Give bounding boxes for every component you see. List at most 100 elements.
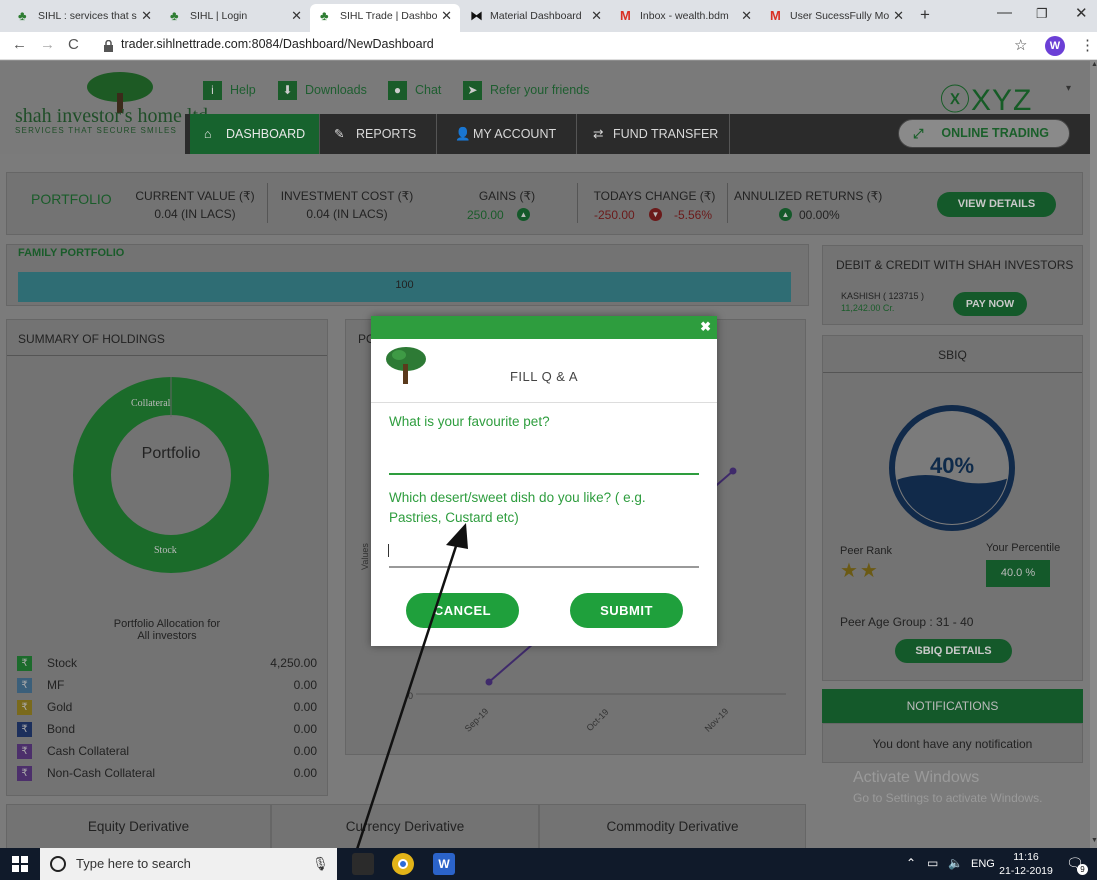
tab-sihl-trade[interactable]: ♣ SIHL Trade | Dashbo ✕ — [310, 4, 460, 32]
microphone-icon[interactable]: 🎙 — [312, 848, 329, 880]
close-tab-icon[interactable]: ✕ — [741, 4, 752, 28]
holdings-panel: SUMMARY OF HOLDINGS Collateral Portfolio… — [6, 319, 328, 796]
windows-start-icon[interactable] — [12, 856, 28, 872]
tab-equity-derivative[interactable]: Equity Derivative — [6, 804, 271, 848]
tab-label: SIHL | Login — [190, 10, 248, 22]
divider — [823, 372, 1082, 373]
reload-icon[interactable]: C — [68, 36, 79, 53]
tab-sihl-login[interactable]: ♣ SIHL | Login ✕ — [160, 4, 310, 32]
language-indicator[interactable]: ENG — [971, 858, 995, 870]
info-icon: i — [203, 81, 222, 100]
chart-point[interactable] — [485, 678, 493, 686]
family-portfolio-label: FAMILY PORTFOLIO — [18, 247, 125, 259]
new-tab-button[interactable]: + — [920, 5, 930, 25]
tab-commodity-derivative[interactable]: Commodity Derivative — [539, 804, 806, 848]
close-tab-icon[interactable]: ✕ — [893, 4, 904, 28]
holding-row-gold[interactable]: ₹ Gold 0.00 — [17, 698, 317, 718]
clock-time[interactable]: 11:16 — [1003, 851, 1049, 863]
nav-dashboard[interactable]: ⌂ DASHBOARD — [190, 114, 320, 154]
view-details-button[interactable]: VIEW DETAILS — [937, 192, 1056, 217]
tab-material-dashboard[interactable]: ⧓ Material Dashboard ✕ — [460, 4, 610, 32]
close-tab-icon[interactable]: ✕ — [141, 4, 152, 28]
divider — [7, 355, 327, 356]
bookmark-star-icon[interactable]: ☆ — [1014, 36, 1027, 54]
back-icon[interactable]: ← — [12, 36, 27, 53]
help-link[interactable]: i Help — [203, 81, 256, 100]
gmail-icon: M — [770, 8, 781, 23]
online-trading-button[interactable]: ⤢ ONLINE TRADING — [898, 119, 1070, 148]
profile-avatar[interactable]: W — [1045, 36, 1065, 56]
sbiq-panel: SBIQ 40% Peer Rank ★★ Your Percentile 40… — [822, 335, 1083, 681]
scroll-up-icon[interactable]: ▲ — [1091, 61, 1097, 68]
scroll-down-icon[interactable]: ▼ — [1091, 837, 1097, 844]
holding-row-non-cash-collateral[interactable]: ₹ Non-Cash Collateral 0.00 — [17, 764, 317, 784]
answer-1-input[interactable] — [389, 445, 699, 475]
rupee-icon: ₹ — [17, 678, 32, 693]
chrome-icon[interactable] — [392, 853, 414, 875]
holding-row-bond[interactable]: ₹ Bond 0.00 — [17, 720, 317, 740]
page-scrollbar[interactable]: ▲ ▼ — [1090, 61, 1097, 848]
family-bar-value: 100 — [395, 279, 414, 291]
holding-row-cash-collateral[interactable]: ₹ Cash Collateral 0.00 — [17, 742, 317, 762]
download-icon: ⬇ — [278, 81, 297, 100]
chart-point[interactable] — [729, 467, 737, 475]
dialog-close-icon[interactable]: ✖ — [700, 319, 711, 335]
qa-dialog: ✖ FILL Q & A What is your favourite pet?… — [371, 316, 717, 646]
donut-slice-stock[interactable] — [73, 377, 269, 573]
tab-equity-label: Equity Derivative — [87, 819, 190, 834]
task-view-icon[interactable] — [352, 853, 374, 875]
tab-sihl-services[interactable]: ♣ SIHL : services that s ✕ — [8, 4, 160, 32]
browser-menu-icon[interactable]: ⋮ — [1080, 36, 1095, 54]
gains-value: 250.00 — [467, 208, 504, 222]
cancel-button[interactable]: CANCEL — [406, 593, 519, 628]
nav-fund-transfer[interactable]: ⇄ FUND TRANSFER — [577, 114, 730, 154]
tab-currency-label: Currency Derivative — [345, 819, 465, 834]
cortana-icon — [50, 856, 66, 872]
holding-value: 0.00 — [293, 766, 317, 780]
close-tab-icon[interactable]: ✕ — [441, 4, 452, 28]
holding-name: Gold — [47, 700, 73, 714]
debit-credit-panel: DEBIT & CREDIT WITH SHAH INVESTORS KASHI… — [822, 245, 1083, 325]
clock-date[interactable]: 21-12-2019 — [998, 865, 1054, 877]
taskbar-search[interactable]: Type here to search 🎙 — [40, 848, 337, 880]
pay-now-button[interactable]: PAY NOW — [953, 292, 1027, 316]
nav-reports[interactable]: ✎ REPORTS — [320, 114, 437, 154]
forward-icon[interactable]: → — [40, 36, 55, 53]
close-tab-icon[interactable]: ✕ — [591, 4, 602, 28]
notifications-message: You dont have any notification — [872, 737, 1033, 751]
lock-icon — [104, 40, 113, 52]
chat-link[interactable]: ● Chat — [388, 81, 441, 100]
submit-button[interactable]: SUBMIT — [570, 593, 683, 628]
donut-center-label: Portfolio — [141, 445, 201, 462]
network-icon[interactable]: ▭ — [927, 856, 938, 870]
rupee-icon: ₹ — [17, 744, 32, 759]
restore-icon[interactable]: ❐ — [1036, 6, 1048, 22]
percentile-value: 40.0 % — [986, 560, 1050, 587]
answer-2-input[interactable] — [389, 538, 699, 568]
close-tab-icon[interactable]: ✕ — [291, 4, 302, 28]
word-icon[interactable]: W — [433, 853, 455, 875]
minimize-icon[interactable]: — — [997, 4, 1012, 21]
allocation-caption-2: All investors — [137, 630, 197, 642]
volume-icon[interactable]: 🔈 — [948, 856, 963, 870]
holding-row-stock[interactable]: ₹ Stock 4,250.00 — [17, 654, 317, 674]
tab-currency-derivative[interactable]: Currency Derivative — [271, 804, 539, 848]
holding-row-mf[interactable]: ₹ MF 0.00 — [17, 676, 317, 696]
sbiq-details-button[interactable]: SBIQ DETAILS — [895, 639, 1012, 663]
nav-my-account[interactable]: 👤 MY ACCOUNT — [437, 114, 577, 154]
arrow-up-icon: ▲ — [517, 208, 530, 221]
tray-chevron-icon[interactable]: ⌃ — [906, 856, 916, 870]
refer-link[interactable]: ➤ Refer your friends — [463, 81, 589, 100]
url-field[interactable]: trader.sihlnettrade.com:8084/Dashboard/N… — [121, 37, 434, 51]
tab-gmail-inbox[interactable]: M Inbox - wealth.bdm ✕ — [610, 4, 760, 32]
brand-dropdown-icon[interactable]: ▾ — [1066, 83, 1071, 94]
transfer-icon: ⇄ — [593, 127, 604, 141]
logo-text: shah investor's home ltd — [15, 105, 209, 127]
refer-label: Refer your friends — [490, 82, 590, 97]
investment-cost: 0.04 (IN LACS) — [306, 207, 388, 221]
divider — [577, 183, 578, 223]
window-close-icon[interactable]: ✕ — [1075, 4, 1088, 22]
chat-icon: ● — [388, 81, 407, 100]
tab-gmail-user[interactable]: M User SucessFully Mo ✕ — [760, 4, 912, 32]
downloads-link[interactable]: ⬇ Downloads — [278, 81, 367, 100]
